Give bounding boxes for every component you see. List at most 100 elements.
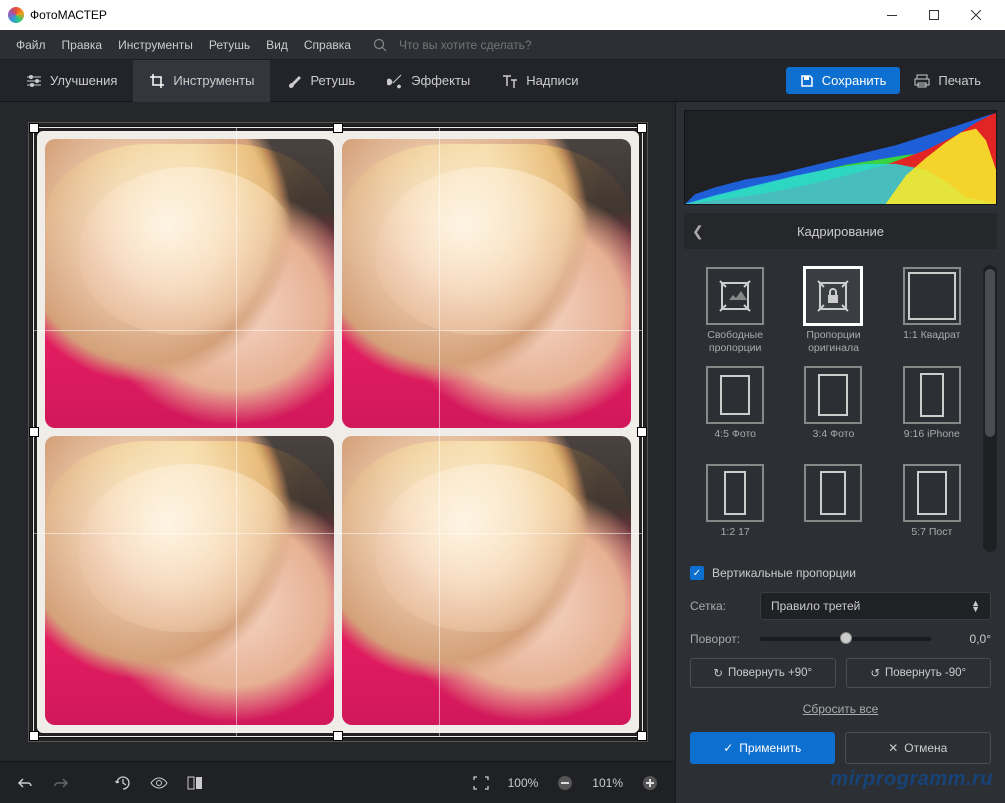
compare-button[interactable] — [180, 768, 210, 798]
back-button[interactable]: ❮ — [692, 223, 704, 240]
preset-label: Пропорции оригинала — [788, 329, 878, 354]
close-button[interactable] — [955, 0, 997, 30]
preset-label: 9:16 iPhone — [904, 428, 960, 452]
crop-handle[interactable] — [637, 427, 647, 437]
crop-handle[interactable] — [29, 427, 39, 437]
rotate-slider[interactable] — [760, 637, 931, 641]
menu-bar: Файл Правка Инструменты Ретушь Вид Справ… — [0, 30, 1005, 60]
print-icon — [914, 74, 930, 88]
brush-icon — [286, 73, 302, 89]
canvas-area: 100% 101% — [0, 102, 675, 803]
crop-preset[interactable]: Свободные пропорции — [690, 267, 780, 354]
window-titlebar: ФотоМАСТЕР — [0, 0, 1005, 30]
text-icon — [502, 73, 518, 89]
check-icon: ✓ — [723, 741, 733, 755]
menu-file[interactable]: Файл — [8, 34, 54, 56]
zoom-level-label: 101% — [586, 776, 629, 790]
tab-effects[interactable]: Эффекты — [371, 60, 486, 102]
presets-scrollbar[interactable] — [983, 265, 997, 552]
minimize-button[interactable] — [871, 0, 913, 30]
preset-label: 4:5 Фото — [714, 428, 756, 452]
crop-preset[interactable]: Пропорции оригинала — [788, 267, 878, 354]
crop-handle[interactable] — [637, 731, 647, 741]
grid-dropdown[interactable]: Правило третей ▲▼ — [760, 592, 991, 620]
preset-thumbnail — [903, 267, 961, 325]
crop-preset[interactable]: 1:1 Квадрат — [887, 267, 977, 354]
crop-handle[interactable] — [637, 123, 647, 133]
preset-label: 1:2 17 — [721, 526, 750, 550]
preset-thumbnail — [706, 366, 764, 424]
crop-preset[interactable]: 3:4 Фото — [788, 366, 878, 452]
menu-help[interactable]: Справка — [296, 34, 359, 56]
history-button[interactable] — [108, 768, 138, 798]
zoom-fit-label: 100% — [502, 776, 545, 790]
crop-preset[interactable]: 1:2 17 — [690, 464, 780, 550]
menu-view[interactable]: Вид — [258, 34, 296, 56]
search-input[interactable] — [399, 38, 599, 52]
panel-header: ❮ Кадрирование — [684, 213, 997, 249]
search-icon — [365, 34, 395, 56]
tab-text[interactable]: Надписи — [486, 60, 594, 102]
crop-handle[interactable] — [333, 731, 343, 741]
preset-thumbnail — [706, 464, 764, 522]
rotate-cw-icon: ↻ — [713, 666, 723, 680]
vertical-proportions-label: Вертикальные пропорции — [712, 566, 856, 580]
histogram — [684, 110, 997, 205]
crop-handle[interactable] — [29, 123, 39, 133]
reset-all-link[interactable]: Сбросить все — [676, 694, 1005, 724]
vertical-proportions-checkbox[interactable]: ✓ — [690, 566, 704, 580]
fit-screen-button[interactable] — [466, 768, 496, 798]
apply-button[interactable]: ✓ Применить — [690, 732, 835, 764]
crop-overlay[interactable] — [33, 127, 643, 737]
preset-label: 3:4 Фото — [813, 428, 855, 452]
crop-icon — [149, 73, 165, 89]
print-button[interactable]: Печать — [900, 67, 995, 94]
rotate-ccw-icon: ↺ — [870, 666, 880, 680]
rotate-label: Поворот: — [690, 632, 750, 646]
panel-title: Кадрирование — [797, 224, 884, 239]
preview-button[interactable] — [144, 768, 174, 798]
canvas-bottom-bar: 100% 101% — [0, 761, 675, 803]
zoom-in-button[interactable] — [635, 768, 665, 798]
preset-label: Свободные пропорции — [690, 329, 780, 354]
app-logo-icon — [8, 7, 24, 23]
crop-preset[interactable]: 4:5 Фото — [690, 366, 780, 452]
crop-preset[interactable] — [788, 464, 878, 550]
menu-retouch[interactable]: Ретушь — [201, 34, 258, 56]
side-panel: ❮ Кадрирование Свободные пропорции Пропор… — [675, 102, 1005, 803]
preset-thumbnail — [804, 267, 862, 325]
zoom-out-button[interactable] — [550, 768, 580, 798]
preset-thumbnail — [804, 464, 862, 522]
tab-retouch[interactable]: Ретушь — [270, 60, 371, 102]
preset-label: 5:7 Пост — [911, 526, 952, 550]
redo-button[interactable] — [46, 768, 76, 798]
tab-tools[interactable]: Инструменты — [133, 60, 270, 102]
tab-enhance[interactable]: Улучшения — [10, 60, 133, 102]
rotate-minus90-button[interactable]: ↺ Повернуть -90° — [846, 658, 992, 688]
rotate-value: 0,0° — [941, 632, 991, 646]
maximize-button[interactable] — [913, 0, 955, 30]
preset-thumbnail — [706, 267, 764, 325]
menu-edit[interactable]: Правка — [54, 34, 111, 56]
undo-button[interactable] — [10, 768, 40, 798]
main-toolbar: Улучшения Инструменты Ретушь Эффекты Над… — [0, 60, 1005, 102]
crop-handle[interactable] — [29, 731, 39, 741]
grid-label: Сетка: — [690, 599, 750, 613]
wand-icon — [387, 73, 403, 89]
cancel-button[interactable]: ✕ Отмена — [845, 732, 992, 764]
preset-label: 1:1 Квадрат — [903, 329, 960, 353]
save-icon — [800, 74, 814, 88]
preset-thumbnail — [903, 464, 961, 522]
sliders-icon — [26, 73, 42, 89]
crop-handle[interactable] — [333, 123, 343, 133]
menu-tools[interactable]: Инструменты — [110, 34, 201, 56]
crop-preset[interactable]: 5:7 Пост — [887, 464, 977, 550]
crop-presets: Свободные пропорции Пропорции оригинала 1:… — [684, 257, 983, 560]
crop-preset[interactable]: 9:16 iPhone — [887, 366, 977, 452]
save-button[interactable]: Сохранить — [786, 67, 901, 94]
image-canvas[interactable] — [28, 122, 648, 742]
rotate-plus90-button[interactable]: ↻ Повернуть +90° — [690, 658, 836, 688]
chevron-updown-icon: ▲▼ — [971, 600, 980, 613]
window-title: ФотоМАСТЕР — [30, 8, 107, 22]
x-icon: ✕ — [888, 741, 898, 755]
